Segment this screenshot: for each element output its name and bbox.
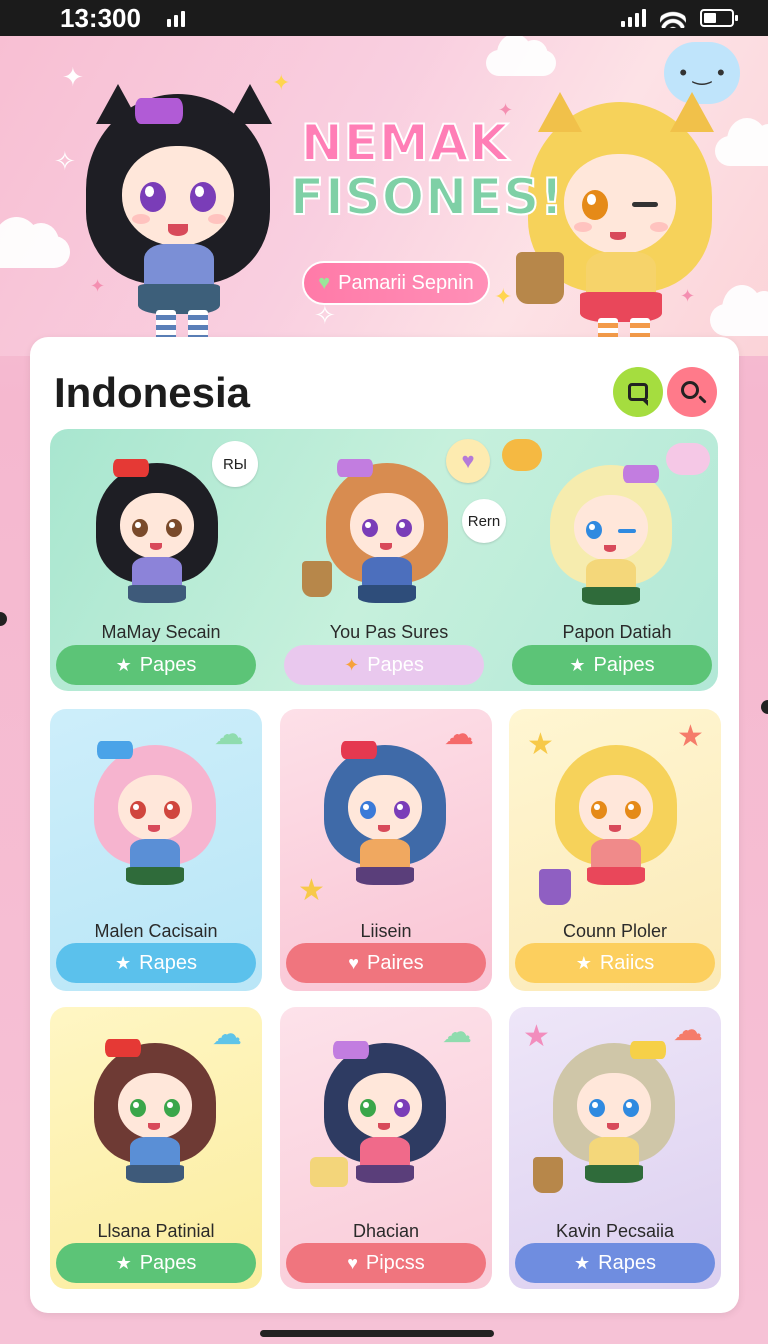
character-card[interactable]: ☁ Malen Cacisain ★ Rapes	[50, 709, 262, 991]
page-title: Indonesia	[54, 369, 251, 416]
cloud-decoration	[0, 216, 70, 268]
rapes-button[interactable]: ★ Rapes	[515, 1243, 715, 1283]
character-avatar	[549, 1037, 679, 1197]
character-card[interactable]: ★ ★ Counn Ploler ★ Raiics	[509, 709, 721, 991]
character-avatar	[322, 455, 452, 615]
title-line-1: NEMAK	[300, 114, 510, 172]
character-card[interactable]: ☁ ★ Liisein ♥ Paires	[280, 709, 492, 991]
character-name: Llsana Patinial	[97, 1221, 215, 1241]
star-icon: ★	[523, 1020, 550, 1053]
character-avatar	[546, 459, 676, 619]
search-icon	[681, 381, 699, 399]
sparkle-icon: ✦	[344, 654, 360, 675]
character-avatar	[320, 739, 450, 899]
heart-bubble-icon: ♥	[446, 439, 490, 483]
edge-marker	[0, 612, 7, 626]
status-time: 13:300	[60, 2, 141, 33]
character-card[interactable]: ★ ☁ Kavin Pecsaiia ★ Rapes	[509, 1007, 721, 1289]
pipcss-button[interactable]: ♥ Pipcss	[286, 1243, 486, 1283]
paipes-button[interactable]: ★ Paipes	[512, 645, 712, 685]
raiics-button[interactable]: ★ Raiics	[515, 943, 715, 983]
featured-card[interactable]: RЫ MaMay Secain ★ Papes	[50, 429, 272, 691]
papes-button[interactable]: ★ Papes	[56, 1243, 256, 1283]
character-name: Papon Datiah	[562, 622, 672, 642]
character-name: Liisein	[360, 921, 412, 941]
subtitle-pill[interactable]: ♥ Pamarii Sepnin	[302, 261, 490, 305]
star-icon: ★	[115, 1252, 132, 1273]
app-title-logo: NEMAK FISONES!	[289, 114, 565, 226]
chat-icon	[628, 383, 648, 406]
cloud-decoration	[715, 118, 768, 166]
battery-icon	[700, 9, 738, 27]
home-indicator[interactable]	[260, 1330, 494, 1337]
banner-character-left	[78, 84, 278, 344]
rapes-button[interactable]: ★ Rapes	[56, 943, 256, 983]
cellular-signal-icon	[621, 9, 646, 27]
chat-button[interactable]	[613, 367, 663, 417]
bucket-icon	[539, 869, 571, 905]
signal-icon	[166, 9, 185, 27]
title-line-2: FISONES!	[289, 168, 565, 226]
character-panel: Indonesia RЫ MaMay Secain ★ Papes ♥ Rern…	[30, 337, 739, 1313]
character-name: Malen Cacisain	[94, 921, 218, 941]
character-card[interactable]: ☁ Dhacian ♥ Pipcss	[280, 1007, 492, 1289]
heart-icon: ♥	[347, 1252, 358, 1273]
subtitle-text: Pamarii Sepnin	[338, 271, 474, 294]
star-icon: ★	[677, 720, 704, 753]
papes-button[interactable]: ✦ Papes	[284, 645, 484, 685]
star-icon: ★	[527, 728, 554, 761]
pot-icon	[310, 1157, 348, 1187]
bucket-icon	[533, 1157, 563, 1193]
star-icon: ★	[569, 654, 586, 675]
star-icon: ★	[115, 952, 132, 973]
sparkle-icon: ✦	[494, 284, 513, 309]
papes-button[interactable]: ★ Papes	[56, 645, 256, 685]
hero-banner: • ‿ • ✦ ✧ ✦ ✦ ✦ ✦ ✦ ✧ NEMAK FISONES! ♥ P…	[0, 36, 768, 356]
status-bar: 13:300	[0, 0, 768, 36]
featured-row: RЫ MaMay Secain ★ Papes ♥ Rern You Pas S…	[50, 429, 718, 691]
bucket-icon	[516, 252, 564, 304]
character-avatar	[92, 457, 222, 617]
character-name: Dhacian	[352, 1221, 420, 1241]
character-name: Kavin Pecsaiia	[555, 1221, 675, 1241]
edge-marker	[761, 700, 768, 714]
search-button[interactable]	[667, 367, 717, 417]
cloud-decoration	[486, 36, 556, 76]
star-icon: ★	[115, 654, 132, 675]
character-avatar	[90, 739, 220, 899]
heart-icon: ♥	[348, 952, 359, 973]
featured-card[interactable]: Papon Datiah ★ Paipes	[502, 429, 728, 691]
character-name: MaMay Secain	[101, 622, 221, 642]
character-avatar	[90, 1037, 220, 1197]
character-card[interactable]: ☁ Llsana Patinial ★ Papes	[50, 1007, 262, 1289]
featured-card[interactable]: ♥ Rern You Pas Sures ✦ Papes	[278, 429, 506, 691]
smiley-cloud-icon	[502, 439, 542, 471]
bucket-icon	[302, 561, 332, 597]
heart-icon: ♥	[318, 271, 331, 294]
speech-bubble: Rern	[462, 499, 506, 543]
paires-button[interactable]: ♥ Paires	[286, 943, 486, 983]
character-name: Counn Ploler	[562, 921, 668, 941]
character-name: You Pas Sures	[329, 622, 449, 642]
wifi-icon	[660, 8, 686, 28]
star-icon: ★	[574, 1252, 591, 1273]
sparkle-icon: ✧	[54, 146, 76, 176]
star-icon: ★	[575, 952, 592, 973]
